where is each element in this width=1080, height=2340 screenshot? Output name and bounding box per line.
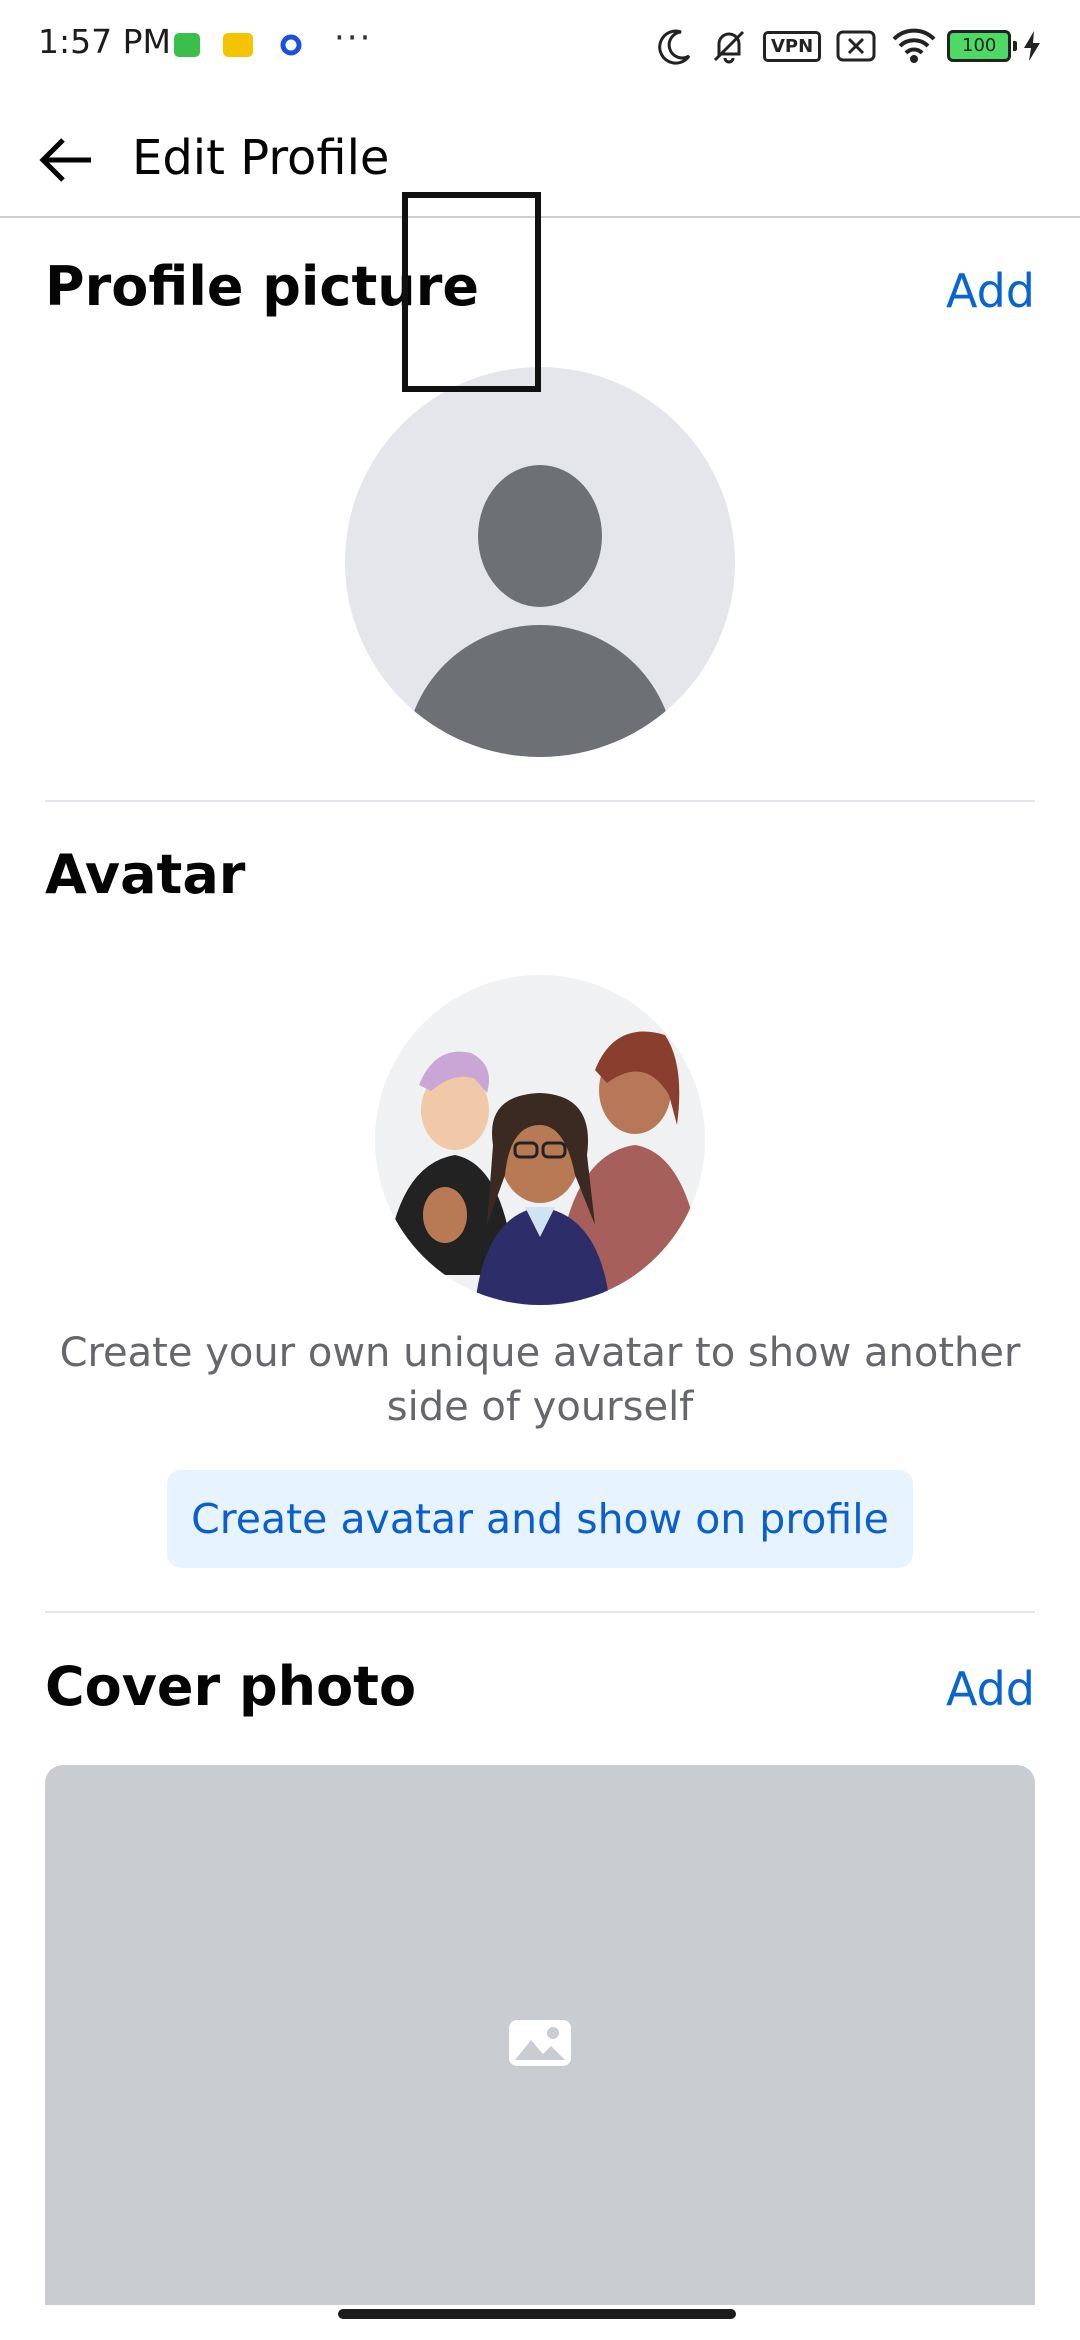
profile-picture-placeholder[interactable] [345,367,735,757]
no-sim-icon [836,30,876,62]
status-time: 1:57 PM [38,22,171,61]
vpn-icon: VPN [763,30,822,62]
cover-photo-add-button[interactable]: Add [946,1662,1035,1716]
divider [45,1611,1035,1613]
page-title: Edit Profile [132,130,390,186]
charging-icon [1024,31,1041,61]
profile-picture-add-button[interactable]: Add [946,264,1035,318]
divider [45,800,1035,802]
create-avatar-button[interactable]: Create avatar and show on profile [167,1470,913,1568]
home-indicator[interactable] [338,2309,736,2319]
cover-photo-placeholder[interactable] [45,1765,1035,2305]
cover-photo-title: Cover photo [45,1655,417,1718]
moon-icon [658,29,691,65]
image-icon [509,2020,571,2066]
bell-muted-icon [713,30,745,64]
person-body-shape [405,625,675,757]
person-head-shape [478,465,602,607]
app-notification-icon [174,33,200,57]
app-notification-icon [278,33,304,57]
wifi-icon [892,28,936,63]
battery-icon: 100 [947,30,1018,62]
avatar-title: Avatar [45,843,246,906]
back-button[interactable] [36,132,96,188]
app-notification-icon [223,33,253,57]
status-icons: VPN 100 [655,24,1043,68]
avatar-illustration [375,975,705,1305]
status-overflow: ··· [334,18,373,58]
status-bar: 1:57 PM ··· VPN 100 [0,0,1080,90]
arrow-left-icon [39,138,91,182]
avatar-description: Create your own unique avatar to show an… [59,1330,1021,1430]
highlight-box [402,192,541,392]
